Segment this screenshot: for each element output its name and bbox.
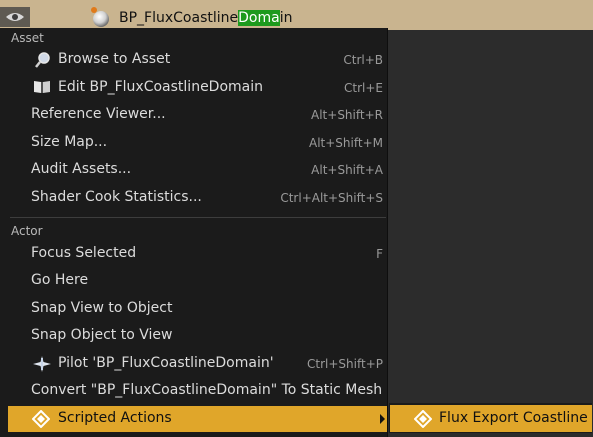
actor-sphere-icon bbox=[91, 7, 109, 27]
menu-item-label: Focus Selected bbox=[31, 245, 137, 261]
menu-item-shortcut: Alt+Shift+A bbox=[311, 163, 383, 177]
search-match-highlight: Doma bbox=[238, 10, 280, 26]
menu-item-shortcut: Alt+Shift+M bbox=[309, 136, 383, 150]
menu-item-pilot-actor[interactable]: Pilot 'BP_FluxCoastlineDomain' Ctrl+Shif… bbox=[8, 351, 387, 377]
menu-item-convert-to-static-mesh[interactable]: Convert "BP_FluxCoastlineDomain" To Stat… bbox=[8, 378, 387, 404]
menu-item-label: Audit Assets... bbox=[31, 161, 132, 177]
menu-item-focus-selected[interactable]: Focus Selected F bbox=[8, 241, 387, 267]
menu-item-shortcut: Alt+Shift+R bbox=[311, 108, 383, 122]
menu-item-shortcut: Ctrl+Alt+Shift+S bbox=[280, 191, 383, 205]
background-panel bbox=[388, 30, 593, 437]
menu-item-audit-assets[interactable]: Audit Assets... Alt+Shift+A bbox=[8, 157, 387, 183]
menu-item-reference-viewer[interactable]: Reference Viewer... Alt+Shift+R bbox=[8, 102, 387, 128]
menu-item-shortcut: F bbox=[376, 247, 383, 261]
context-menu: Asset Browse to Asset Ctrl+B Edit BP_Flu… bbox=[0, 28, 388, 437]
menu-item-label: Snap Object to View bbox=[31, 327, 173, 343]
actor-name-suffix: in bbox=[279, 10, 293, 26]
menu-item-label: Go Here bbox=[31, 272, 89, 288]
menu-item-shortcut: Ctrl+Shift+P bbox=[307, 357, 383, 371]
submenu-item-label: Flux Export Coastline bbox=[439, 410, 588, 426]
visibility-toggle[interactable] bbox=[0, 7, 30, 27]
actor-name-prefix: BP_FluxCoastline bbox=[119, 10, 239, 26]
menu-item-label: Edit BP_FluxCoastlineDomain bbox=[58, 79, 264, 95]
outliner-row[interactable]: BP_FluxCoastlineDomain bbox=[0, 0, 593, 30]
diamond-icon bbox=[414, 410, 432, 428]
magnifier-icon bbox=[35, 52, 50, 68]
scripted-actions-submenu: Flux Export Coastline bbox=[389, 403, 592, 433]
menu-item-browse-to-asset[interactable]: Browse to Asset Ctrl+B bbox=[8, 47, 387, 73]
submenu-arrow-icon bbox=[380, 414, 385, 424]
menu-item-scripted-actions[interactable]: Scripted Actions bbox=[8, 406, 387, 432]
actor-name: BP_FluxCoastlineDomain bbox=[119, 9, 292, 27]
menu-item-shader-cook-statistics[interactable]: Shader Cook Statistics... Ctrl+Alt+Shift… bbox=[8, 185, 387, 211]
menu-item-go-here[interactable]: Go Here bbox=[8, 268, 387, 294]
menu-item-label: Browse to Asset bbox=[58, 51, 171, 67]
menu-item-snap-object-to-view[interactable]: Snap Object to View bbox=[8, 323, 387, 349]
diamond-icon bbox=[32, 410, 50, 428]
section-header-actor: Actor bbox=[11, 224, 43, 238]
menu-divider bbox=[10, 217, 386, 218]
menu-item-label: Snap View to Object bbox=[31, 300, 173, 316]
airplane-icon bbox=[33, 356, 51, 372]
menu-item-label: Convert "BP_FluxCoastlineDomain" To Stat… bbox=[31, 382, 383, 398]
menu-item-label: Size Map... bbox=[31, 134, 108, 150]
menu-item-shortcut: Ctrl+B bbox=[343, 53, 383, 67]
menu-item-size-map[interactable]: Size Map... Alt+Shift+M bbox=[8, 130, 387, 156]
menu-item-label: Pilot 'BP_FluxCoastlineDomain' bbox=[58, 355, 274, 371]
submenu-item-flux-export-coastline[interactable]: Flux Export Coastline bbox=[390, 405, 592, 432]
menu-item-shortcut: Ctrl+E bbox=[344, 81, 383, 95]
menu-item-label: Reference Viewer... bbox=[31, 106, 166, 122]
section-header-asset: Asset bbox=[11, 31, 44, 45]
book-icon bbox=[34, 81, 50, 93]
eye-icon bbox=[6, 13, 24, 21]
menu-item-edit-asset[interactable]: Edit BP_FluxCoastlineDomain Ctrl+E bbox=[8, 75, 387, 101]
menu-item-label: Scripted Actions bbox=[58, 410, 172, 426]
menu-item-label: Shader Cook Statistics... bbox=[31, 189, 202, 205]
menu-item-snap-view-to-object[interactable]: Snap View to Object bbox=[8, 296, 387, 322]
